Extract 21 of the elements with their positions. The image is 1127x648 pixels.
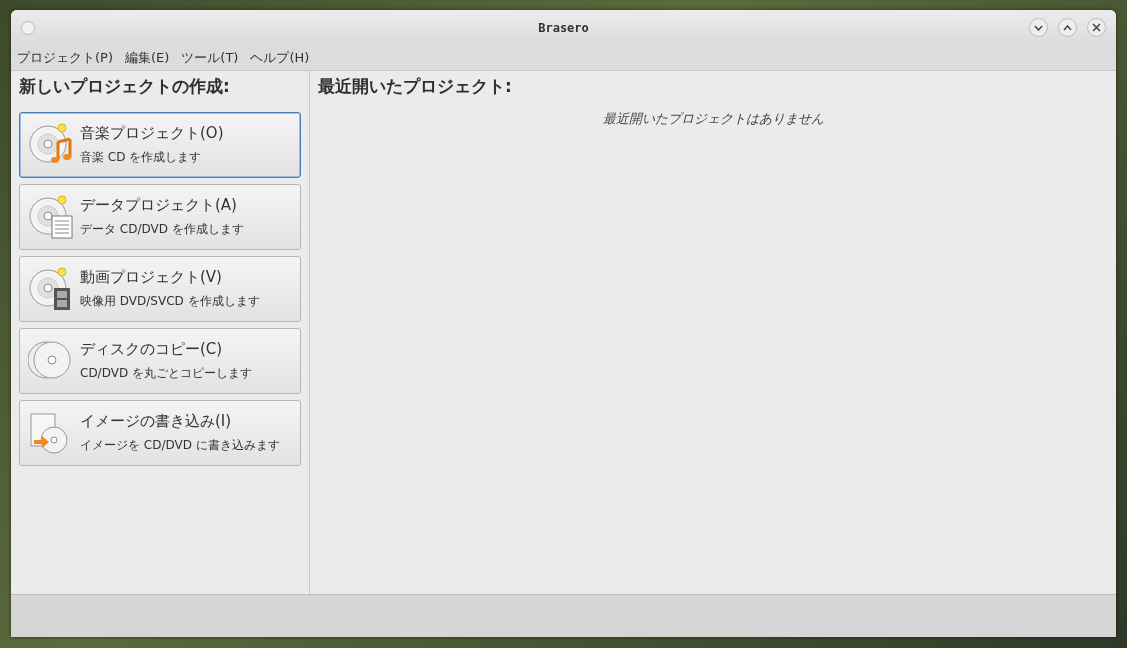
menu-item[interactable]: 編集(E) bbox=[125, 48, 170, 67]
window-dot-icon bbox=[21, 20, 35, 35]
empty-message: 最近開いたプロジェクトはありません bbox=[601, 110, 825, 128]
maximize-button[interactable] bbox=[1058, 18, 1077, 37]
panel-heading: 最近開いたプロジェクト: bbox=[318, 75, 513, 98]
close-icon bbox=[1092, 23, 1101, 32]
chevron-up-icon bbox=[1063, 24, 1072, 31]
data-disc-icon bbox=[28, 194, 74, 240]
project-button[interactable]: データプロジェクト(A) データ CD/DVD を作成します bbox=[19, 184, 301, 250]
window-title: Brasero bbox=[538, 20, 589, 35]
menu-item[interactable]: ツール(T) bbox=[181, 48, 239, 67]
project-button[interactable]: イメージの書き込み(I) イメージを CD/DVD に書き込みます bbox=[19, 400, 301, 466]
project-button[interactable]: ディスクのコピー(C) CD/DVD を丸ごとコピーします bbox=[19, 328, 301, 394]
chevron-down-icon bbox=[1034, 24, 1043, 31]
project-button[interactable]: 音楽プロジェクト(O) 音楽 CD を作成します bbox=[19, 112, 301, 178]
panel-heading: 新しいプロジェクトの作成: bbox=[19, 75, 231, 98]
project-button[interactable]: 動画プロジェクト(V) 映像用 DVD/SVCD を作成します bbox=[19, 256, 301, 322]
menu-item[interactable]: ヘルプ(H) bbox=[250, 48, 310, 67]
minimize-button[interactable] bbox=[1029, 18, 1048, 37]
menu-item[interactable]: プロジェクト(P) bbox=[17, 48, 113, 67]
close-button[interactable] bbox=[1087, 18, 1106, 37]
